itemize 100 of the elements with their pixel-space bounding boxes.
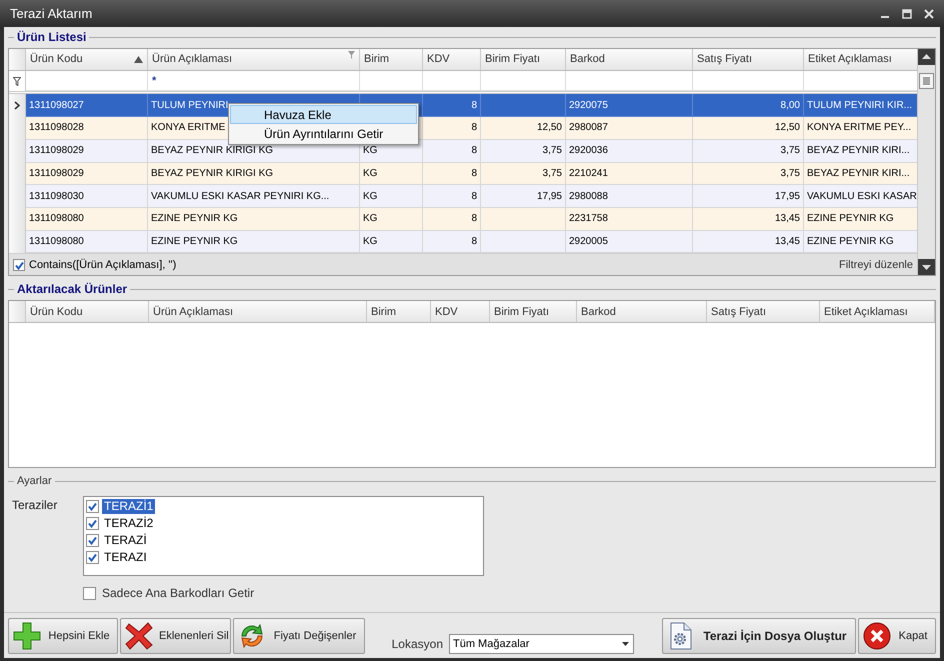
table-cell: 17,95	[481, 185, 566, 208]
filter-cell[interactable]	[481, 70, 566, 92]
toolbar-button[interactable]: Terazi İçin Dosya Oluştur	[662, 618, 856, 654]
filter-cell[interactable]: *	[148, 70, 360, 92]
list-item[interactable]: TERAZI	[102, 550, 149, 565]
window-title: Terazi Aktarım	[10, 6, 94, 21]
table-cell: 2920005	[566, 230, 693, 254]
table-cell: KG	[360, 185, 423, 208]
column-header[interactable]: Satış Fiyatı	[693, 49, 804, 70]
filter-icon	[13, 76, 21, 86]
table-cell: EZINE PEYNIR KG	[804, 230, 918, 254]
toolbar-button[interactable]: Fiyatı Değişenler	[233, 618, 365, 654]
table-cell: EZINE PEYNIR KG	[148, 208, 360, 231]
column-header[interactable]: Etiket Açıklaması	[820, 301, 935, 322]
close-icon	[863, 622, 891, 650]
table-cell: KONYA ERITME PEY...	[804, 117, 918, 140]
table-cell: KG	[360, 230, 423, 254]
scroll-down-icon[interactable]	[918, 259, 935, 275]
table-cell: BEYAZ PEYNIR KIRIGI KG	[148, 162, 360, 186]
filter-cell[interactable]	[566, 70, 693, 92]
grid-corner	[9, 49, 26, 70]
table-cell: EZINE PEYNIR KG	[804, 208, 918, 231]
column-header[interactable]: KDV	[423, 49, 481, 70]
maximize-icon[interactable]	[902, 8, 912, 18]
table-cell: 2920075	[566, 94, 693, 118]
table-cell: 12,50	[481, 117, 566, 140]
row-indicator[interactable]	[9, 94, 26, 118]
list-item[interactable]: TERAZİ1	[102, 499, 156, 514]
toolbar-button[interactable]: Eklenenleri Sil	[120, 618, 231, 654]
group-title: Ürün Listesi	[16, 30, 88, 44]
table-cell: BEYAZ PEYNIR KIRI...	[804, 162, 918, 186]
table-cell: 8	[423, 230, 481, 254]
group-title: Aktarılacak Ürünler	[16, 282, 128, 296]
table-cell: 3,75	[693, 162, 804, 186]
table-cell: TULUM PEYNIRI KIR...	[804, 94, 918, 118]
field-label: Lokasyon	[392, 636, 443, 650]
table-cell: 1311098080	[26, 230, 148, 254]
table-cell: 8	[423, 185, 481, 208]
table-cell: EZINE PEYNIR KG	[148, 230, 360, 254]
checkbox-label: Sadece Ana Barkodları Getir	[102, 586, 254, 600]
table-cell: 1311098027	[26, 94, 148, 118]
table-cell: 3,75	[481, 140, 566, 162]
table-cell: 2980087	[566, 117, 693, 140]
list-item[interactable]: TERAZİ2	[102, 516, 156, 531]
table-cell: 1311098029	[26, 162, 148, 186]
list-item[interactable]: TERAZİ	[102, 533, 149, 548]
checkbox[interactable]	[86, 551, 99, 564]
table-cell: VAKUMLU ESKI KASAR PEYNIRI KG...	[148, 185, 360, 208]
plus-icon	[13, 622, 41, 650]
table-cell: 8	[423, 208, 481, 231]
toolbar-button[interactable]: Kapat	[858, 618, 936, 654]
filter-cell[interactable]	[693, 70, 804, 92]
column-header[interactable]: Ürün Açıklaması	[149, 301, 367, 322]
column-header[interactable]: Birim	[360, 49, 423, 70]
field-label: Teraziler	[12, 497, 58, 514]
filter-cell[interactable]	[360, 70, 423, 92]
column-header[interactable]: Ürün Açıklaması	[148, 49, 360, 70]
column-header[interactable]: Ürün Kodu	[26, 301, 149, 322]
column-header[interactable]: Barkod	[577, 301, 707, 322]
checkbox[interactable]	[86, 500, 99, 513]
scroll-thumb[interactable]	[919, 73, 934, 89]
menu-item[interactable]: Havuza Ekle	[230, 105, 417, 124]
table-cell: 1311098080	[26, 208, 148, 231]
table-cell: 1311098030	[26, 185, 148, 208]
checkbox[interactable]	[13, 258, 25, 271]
column-header[interactable]: KDV	[431, 301, 490, 322]
table-cell: 12,50	[693, 117, 804, 140]
dropdown-arrow-icon	[622, 642, 629, 646]
table-cell: 1311098028	[26, 117, 148, 140]
table-cell: 13,45	[693, 208, 804, 231]
table-cell: 8	[423, 140, 481, 162]
row-pointer-icon	[14, 101, 20, 110]
table-cell: 8	[423, 117, 481, 140]
table-cell: KG	[360, 208, 423, 231]
location-dropdown[interactable]: Tüm Mağazalar	[449, 634, 634, 654]
filter-expression: Contains([Ürün Açıklaması], '')	[29, 258, 176, 271]
checkbox[interactable]	[83, 586, 96, 600]
column-header[interactable]: Satış Fiyatı	[707, 301, 820, 322]
group-title: Ayarlar	[16, 475, 53, 487]
filter-cell[interactable]	[26, 70, 148, 92]
close-icon[interactable]	[924, 8, 934, 18]
filter-cell[interactable]	[423, 70, 481, 92]
checkbox[interactable]	[86, 517, 99, 530]
table-cell: BEYAZ PEYNIR KIRI...	[804, 140, 918, 162]
column-header[interactable]: Ürün Kodu	[26, 49, 148, 70]
scrollbar[interactable]	[917, 49, 935, 275]
column-header[interactable]: Birim Fiyatı	[490, 301, 577, 322]
scroll-up-icon[interactable]	[918, 49, 935, 65]
edit-filter-link[interactable]: Filtreyi düzenle	[839, 258, 913, 271]
column-header[interactable]: Birim Fiyatı	[481, 49, 566, 70]
table-cell: 8,00	[693, 94, 804, 118]
column-header[interactable]: Barkod	[566, 49, 693, 70]
table-cell: 8	[423, 94, 481, 118]
checkbox[interactable]	[86, 534, 99, 547]
table-cell: VAKUMLU ESKI KASAR	[804, 185, 918, 208]
table-cell: 1311098029	[26, 140, 148, 162]
table-cell: 2980088	[566, 185, 693, 208]
table-cell: 3,75	[693, 140, 804, 162]
column-header[interactable]: Birim	[367, 301, 431, 322]
toolbar-button[interactable]: Hepsini Ekle	[8, 618, 118, 654]
